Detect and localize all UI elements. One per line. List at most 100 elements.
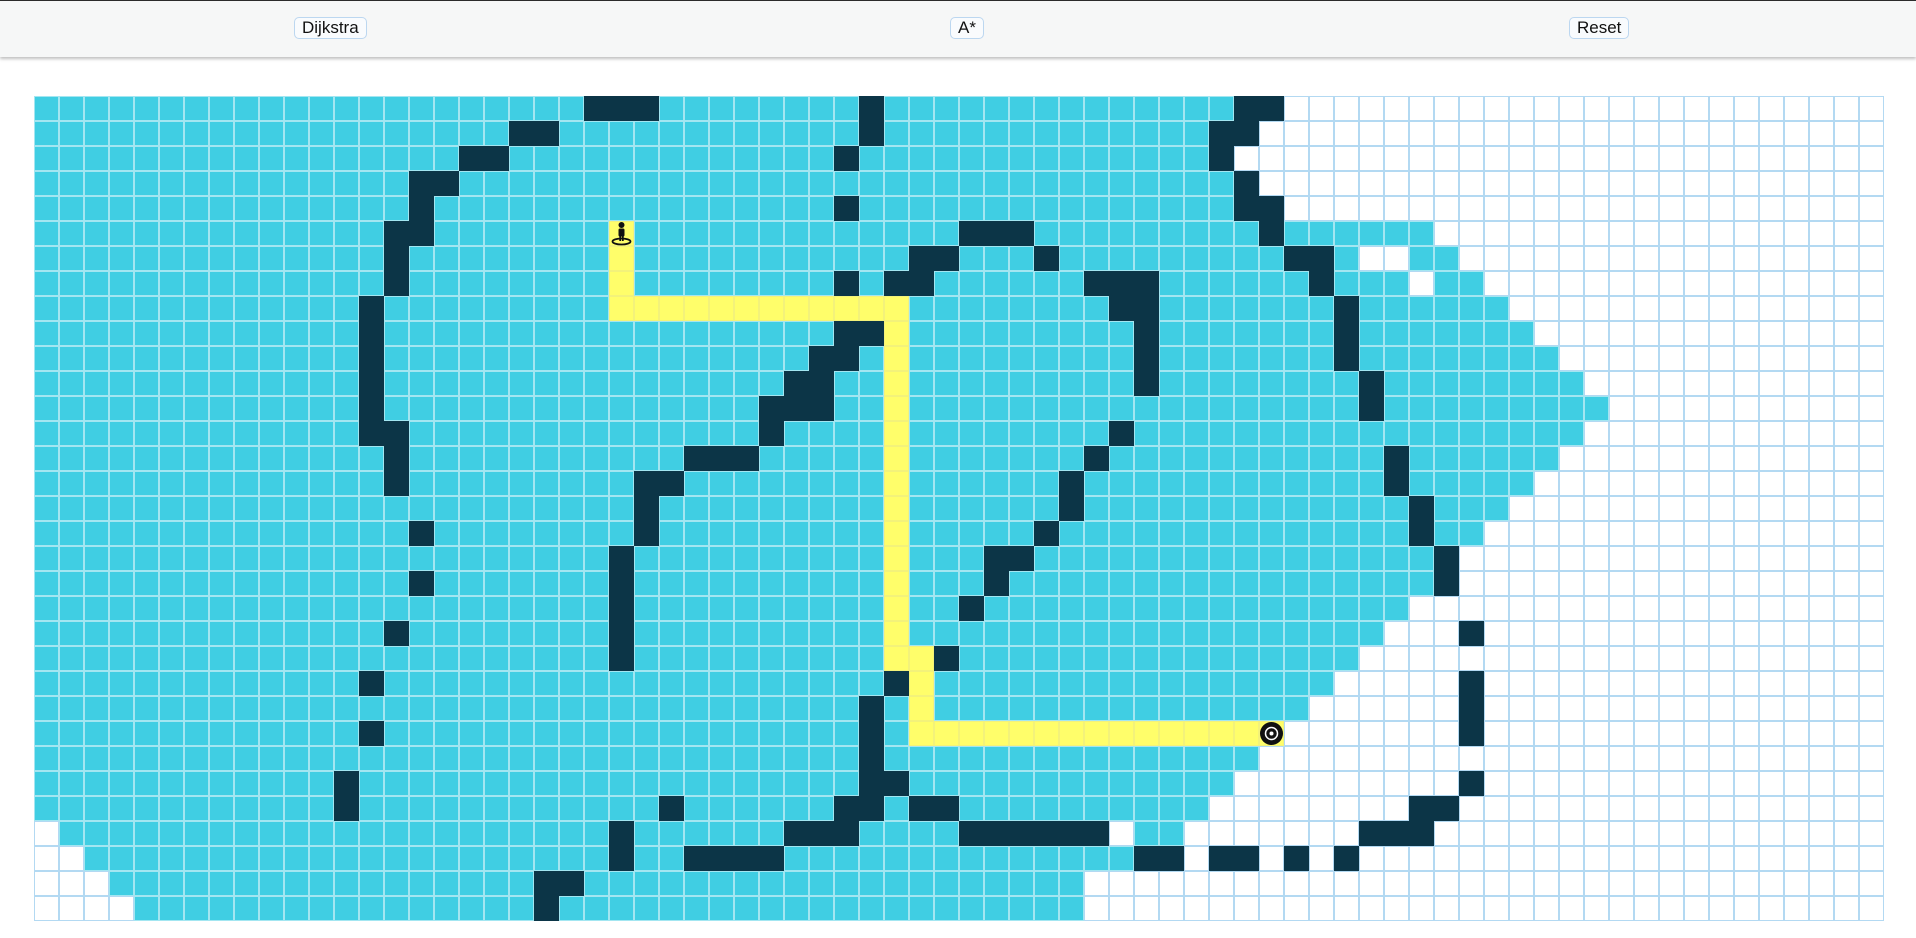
grid-cell-visited[interactable] [834,371,859,396]
grid-cell-visited[interactable] [434,896,459,921]
grid-cell-visited[interactable] [984,96,1009,121]
grid-cell-visited[interactable] [534,346,559,371]
grid-cell-unvisited[interactable] [1834,771,1859,796]
grid-cell-visited[interactable] [784,871,809,896]
grid-cell-visited[interactable] [509,446,534,471]
grid-cell-visited[interactable] [1359,421,1384,446]
grid-cell-unvisited[interactable] [1784,321,1809,346]
grid-cell-visited[interactable] [459,446,484,471]
grid-cell-visited[interactable] [1334,371,1359,396]
grid-cell-wall[interactable] [1134,846,1159,871]
grid-cell-unvisited[interactable] [1859,221,1884,246]
grid-cell-visited[interactable] [1259,421,1284,446]
grid-cell-visited[interactable] [484,171,509,196]
grid-cell-visited[interactable] [509,296,534,321]
grid-cell-visited[interactable] [109,571,134,596]
grid-cell-unvisited[interactable] [1734,421,1759,446]
grid-cell-visited[interactable] [584,721,609,746]
grid-cell-wall[interactable] [1459,621,1484,646]
grid-cell-visited[interactable] [159,121,184,146]
grid-cell-unvisited[interactable] [1659,696,1684,721]
grid-cell-visited[interactable] [984,896,1009,921]
grid-cell-visited[interactable] [1034,96,1059,121]
grid-cell-visited[interactable] [784,546,809,571]
grid-cell-visited[interactable] [1159,546,1184,571]
grid-cell-unvisited[interactable] [1659,721,1684,746]
grid-cell-visited[interactable] [184,396,209,421]
grid-cell-unvisited[interactable] [1434,721,1459,746]
grid-cell-unvisited[interactable] [1734,721,1759,746]
grid-cell-wall[interactable] [759,396,784,421]
grid-cell-visited[interactable] [734,596,759,621]
grid-cell-visited[interactable] [334,721,359,746]
grid-cell-visited[interactable] [209,521,234,546]
grid-cell-visited[interactable] [484,96,509,121]
grid-cell-wall[interactable] [709,446,734,471]
grid-cell-unvisited[interactable] [1259,821,1284,846]
grid-cell-unvisited[interactable] [1309,746,1334,771]
grid-cell-visited[interactable] [1059,571,1084,596]
grid-cell-visited[interactable] [34,196,59,221]
grid-cell-visited[interactable] [534,471,559,496]
grid-cell-unvisited[interactable] [1609,521,1634,546]
grid-cell-visited[interactable] [59,471,84,496]
grid-cell-unvisited[interactable] [1234,896,1259,921]
grid-cell-wall[interactable] [859,696,884,721]
grid-cell-visited[interactable] [334,821,359,846]
grid-cell-unvisited[interactable] [1834,821,1859,846]
grid-cell-unvisited[interactable] [1384,846,1409,871]
grid-cell-visited[interactable] [1009,696,1034,721]
grid-cell-visited[interactable] [809,321,834,346]
grid-cell-path[interactable] [634,296,659,321]
grid-cell-visited[interactable] [1384,496,1409,521]
grid-cell-unvisited[interactable] [1809,296,1834,321]
grid-cell-unvisited[interactable] [1809,221,1834,246]
grid-cell-visited[interactable] [159,471,184,496]
grid-cell-visited[interactable] [559,221,584,246]
grid-cell-visited[interactable] [834,471,859,496]
grid-cell-unvisited[interactable] [1809,671,1834,696]
grid-cell-visited[interactable] [909,496,934,521]
grid-cell-unvisited[interactable] [1659,746,1684,771]
grid-cell-visited[interactable] [434,446,459,471]
grid-cell-visited[interactable] [1034,621,1059,646]
grid-cell-unvisited[interactable] [1534,496,1559,521]
grid-cell-unvisited[interactable] [1834,146,1859,171]
grid-cell-visited[interactable] [934,346,959,371]
grid-cell-visited[interactable] [1059,371,1084,396]
grid-cell-unvisited[interactable] [1684,521,1709,546]
grid-cell-visited[interactable] [1284,621,1309,646]
grid-cell-visited[interactable] [1209,446,1234,471]
grid-cell-visited[interactable] [1259,371,1284,396]
grid-cell-visited[interactable] [659,821,684,846]
grid-cell-visited[interactable] [359,846,384,871]
grid-cell-unvisited[interactable] [1559,171,1584,196]
grid-cell-visited[interactable] [84,321,109,346]
grid-cell-visited[interactable] [509,596,534,621]
grid-cell-visited[interactable] [809,796,834,821]
grid-cell-visited[interactable] [359,171,384,196]
grid-cell-visited[interactable] [984,696,1009,721]
grid-cell-wall[interactable] [409,171,434,196]
grid-cell-visited[interactable] [1259,546,1284,571]
grid-cell-visited[interactable] [559,671,584,696]
grid-cell-visited[interactable] [259,596,284,621]
grid-cell-visited[interactable] [734,821,759,846]
grid-cell-visited[interactable] [334,346,359,371]
grid-cell-visited[interactable] [584,521,609,546]
grid-cell-visited[interactable] [284,871,309,896]
grid-cell-wall[interactable] [984,546,1009,571]
grid-cell-visited[interactable] [534,321,559,346]
grid-cell-visited[interactable] [159,171,184,196]
grid-cell-visited[interactable] [209,846,234,871]
grid-cell-visited[interactable] [934,671,959,696]
grid-cell-visited[interactable] [659,246,684,271]
grid-cell-unvisited[interactable] [1634,871,1659,896]
grid-cell-visited[interactable] [84,96,109,121]
grid-cell-unvisited[interactable] [1559,621,1584,646]
grid-cell-visited[interactable] [34,596,59,621]
grid-cell-path[interactable] [884,596,909,621]
grid-cell-visited[interactable] [284,446,309,471]
grid-cell-unvisited[interactable] [1759,171,1784,196]
grid-cell-visited[interactable] [1309,546,1334,571]
